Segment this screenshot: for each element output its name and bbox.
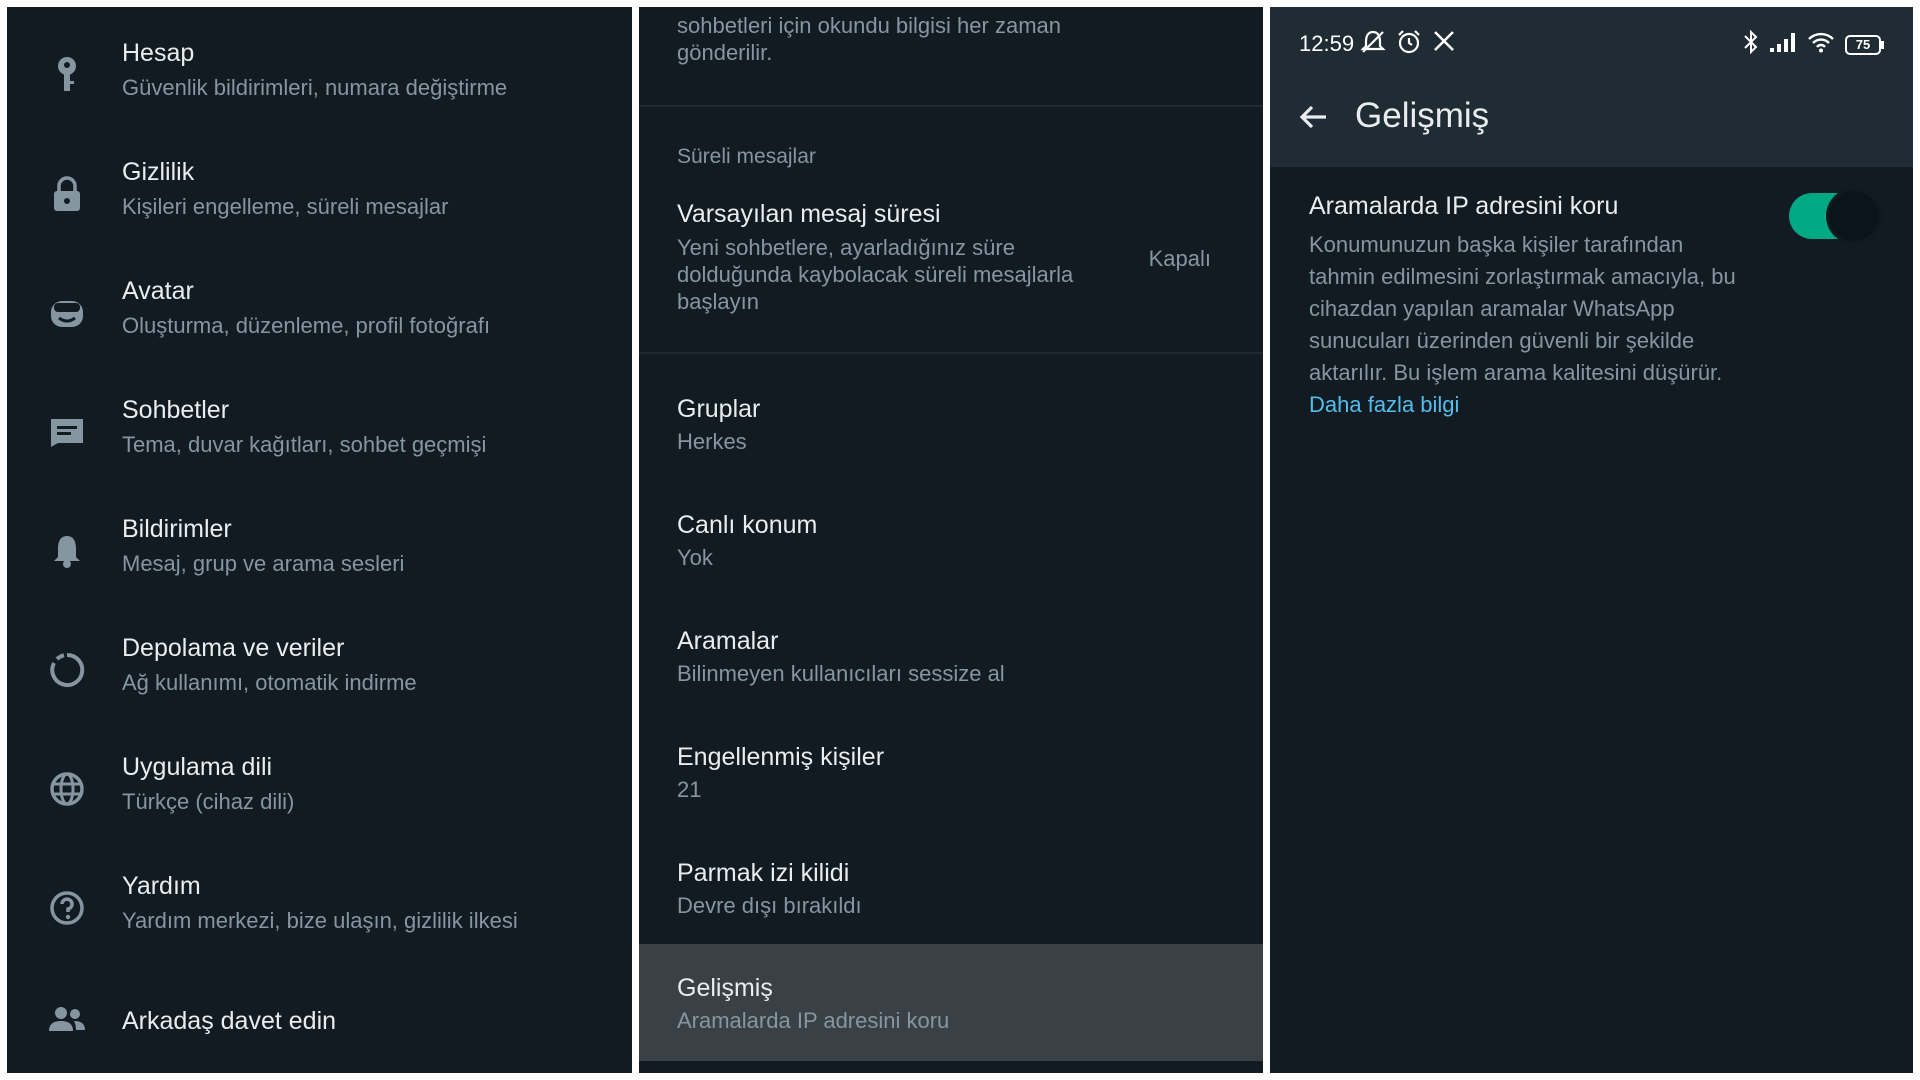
privacy-item-title: Engellenmiş kişiler [677, 743, 885, 771]
privacy-panel: sohbetleri için okundu bilgisi her zaman… [639, 7, 1263, 1073]
privacy-item-subtitle: 21 [677, 777, 702, 802]
privacy-item-subtitle: Devre dışı bırakıldı [677, 893, 862, 918]
settings-item-title: Uygulama dili [122, 753, 273, 781]
settings-item-subtitle: Oluşturma, düzenleme, profil fotoğrafı [122, 313, 491, 338]
section-label-disappearing: Süreli mesajlar [677, 145, 816, 168]
settings-item-privacy[interactable]: Gizlilik Kişileri engelleme, süreli mesa… [7, 158, 632, 258]
settings-item-title: Hesap [122, 39, 195, 67]
settings-item-avatar[interactable]: Avatar Oluşturma, düzenleme, profil foto… [7, 277, 632, 377]
advanced-panel: 12:59 75 Gelişmiş Aramalarda IP adresini… [1270, 7, 1913, 1073]
read-receipts-note-line2: gönderilir. [677, 40, 773, 65]
default-timer-title: Varsayılan mesaj süresi [677, 200, 941, 228]
settings-item-title: Arkadaş davet edin [122, 1007, 337, 1035]
settings-item-subtitle: Yardım merkezi, bize ulaşın, gizlilik il… [122, 908, 518, 933]
app-bar: Gelişmiş [1270, 69, 1913, 167]
key-icon [47, 55, 87, 95]
toggle-thumb [1829, 191, 1879, 241]
privacy-item-fingerprint-lock[interactable]: Parmak izi kilidi Devre dışı bırakıldı [639, 859, 1263, 939]
globe-icon [47, 769, 87, 809]
settings-item-subtitle: Ağ kullanımı, otomatik indirme [122, 670, 417, 695]
settings-item-title: Yardım [122, 872, 201, 900]
privacy-item-calls[interactable]: Aramalar Bilinmeyen kullanıcıları sessiz… [639, 627, 1263, 707]
battery-level: 75 [1855, 36, 1871, 52]
storage-circle-icon [47, 650, 87, 690]
settings-item-subtitle: Türkçe (cihaz dili) [122, 789, 295, 814]
settings-item-title: Bildirimler [122, 515, 232, 543]
chat-icon [47, 412, 87, 452]
default-timer-value: Kapalı [1148, 246, 1211, 271]
settings-item-subtitle: Güvenlik bildirimleri, numara değiştirme [122, 75, 508, 100]
settings-menu-panel: Hesap Güvenlik bildirimleri, numara deği… [7, 7, 632, 1073]
privacy-item-title: Canlı konum [677, 511, 818, 539]
bluetooth-icon [1743, 29, 1759, 60]
privacy-item-blocked-contacts[interactable]: Engellenmiş kişiler 21 [639, 743, 1263, 823]
muted-bell-icon [1360, 29, 1386, 60]
signal-icon [1769, 31, 1797, 58]
settings-item-subtitle: Tema, duvar kağıtları, sohbet geçmişi [122, 432, 487, 457]
protect-ip-description-text: Konumunuzun başka kişiler tarafından tah… [1309, 232, 1736, 385]
privacy-item-title: Parmak izi kilidi [677, 859, 850, 887]
status-bar: 12:59 75 [1270, 7, 1913, 69]
default-message-timer[interactable]: Varsayılan mesaj süresi Yeni sohbetlere,… [639, 200, 1263, 360]
help-icon [47, 888, 87, 928]
settings-item-invite[interactable]: Arkadaş davet edin [7, 994, 632, 1073]
avatar-face-icon [47, 293, 87, 333]
status-time: 12:59 [1299, 31, 1355, 56]
wifi-icon [1807, 31, 1835, 58]
default-timer-description: Yeni sohbetlere, ayarladığınız süre dold… [677, 235, 1074, 314]
settings-item-title: Sohbetler [122, 396, 230, 424]
protect-ip-toggle[interactable] [1789, 189, 1879, 243]
back-button[interactable] [1292, 95, 1336, 139]
settings-item-title: Depolama ve veriler [122, 634, 345, 662]
bell-icon [47, 531, 87, 571]
settings-item-account[interactable]: Hesap Güvenlik bildirimleri, numara deği… [7, 39, 632, 139]
privacy-item-subtitle: Bilinmeyen kullanıcıları sessize al [677, 661, 1005, 686]
privacy-item-title: Aramalar [677, 627, 779, 655]
settings-item-subtitle: Kişileri engelleme, süreli mesajlar [122, 194, 449, 219]
settings-item-language[interactable]: Uygulama dili Türkçe (cihaz dili) [7, 753, 632, 853]
people-icon [47, 1000, 87, 1040]
settings-item-chats[interactable]: Sohbetler Tema, duvar kağıtları, sohbet … [7, 396, 632, 496]
x-logo-icon [1432, 29, 1456, 60]
protect-ip-title: Aramalarda IP adresini koru [1309, 192, 1619, 220]
privacy-item-advanced[interactable]: Gelişmiş Aramalarda IP adresini koru [639, 944, 1263, 1061]
back-arrow-icon [1299, 105, 1326, 129]
privacy-item-groups[interactable]: Gruplar Herkes [639, 395, 1263, 475]
settings-item-notifications[interactable]: Bildirimler Mesaj, grup ve arama sesleri [7, 515, 632, 615]
settings-item-title: Gizlilik [122, 158, 195, 186]
privacy-item-subtitle: Yok [677, 545, 713, 570]
privacy-item-live-location[interactable]: Canlı konum Yok [639, 511, 1263, 591]
battery-icon: 75 [1845, 34, 1885, 56]
settings-item-storage[interactable]: Depolama ve veriler Ağ kullanımı, otomat… [7, 634, 632, 734]
settings-item-title: Avatar [122, 277, 194, 305]
alarm-icon [1396, 29, 1422, 60]
settings-item-subtitle: Mesaj, grup ve arama sesleri [122, 551, 405, 576]
privacy-item-title: Gelişmiş [677, 974, 773, 1002]
protect-ip-description: Konumunuzun başka kişiler tarafından tah… [1309, 229, 1739, 421]
page-title: Gelişmiş [1355, 96, 1490, 135]
privacy-item-subtitle: Aramalarda IP adresini koru [677, 1008, 950, 1033]
privacy-item-title: Gruplar [677, 395, 761, 423]
lock-icon [47, 174, 87, 214]
read-receipts-note-line1: sohbetleri için okundu bilgisi her zaman [677, 13, 1061, 38]
section-divider [639, 105, 1263, 107]
learn-more-link[interactable]: Daha fazla bilgi [1309, 392, 1459, 417]
section-divider [639, 352, 1263, 354]
settings-item-help[interactable]: Yardım Yardım merkezi, bize ulaşın, gizl… [7, 872, 632, 972]
privacy-item-subtitle: Herkes [677, 429, 747, 454]
